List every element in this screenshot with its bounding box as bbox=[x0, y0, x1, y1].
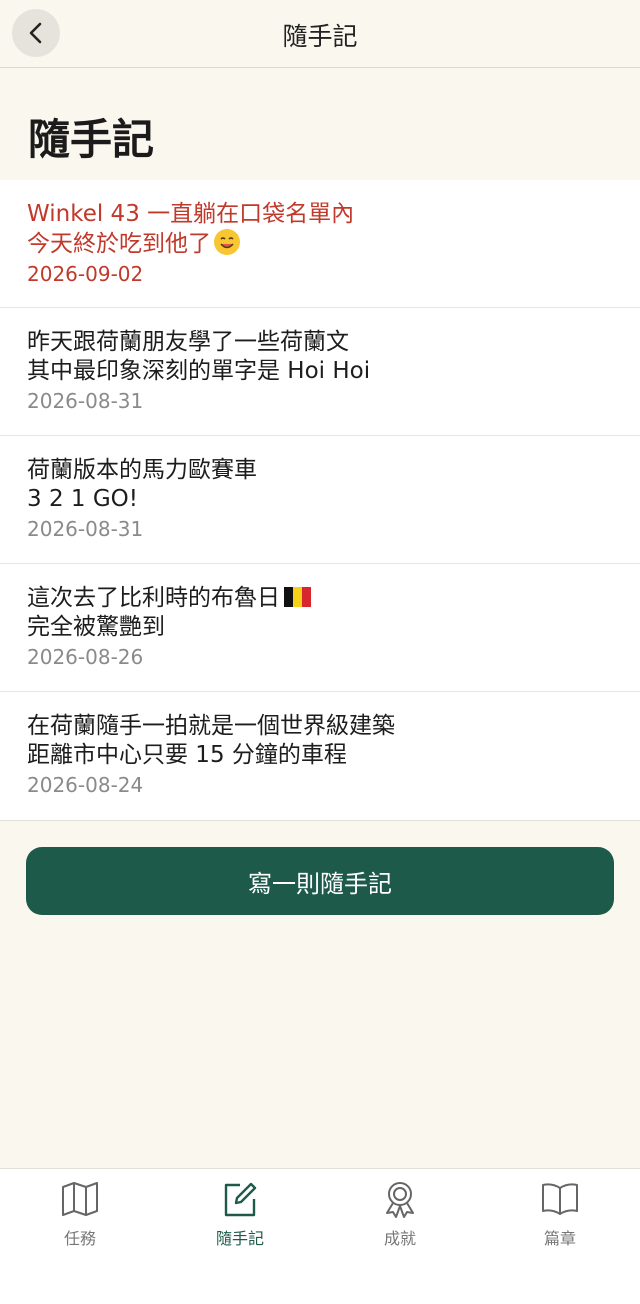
list-item[interactable]: 昨天跟荷蘭朋友學了一些荷蘭文 其中最印象深刻的單字是 Hoi Hoi 2026-… bbox=[0, 308, 640, 436]
tab-label: 任務 bbox=[63, 1229, 96, 1248]
bottom-tab-bar: 任務 隨手記 成就 篇章 bbox=[0, 1168, 640, 1304]
tab-tasks[interactable]: 任務 bbox=[0, 1179, 160, 1259]
note-line-2: 3 2 1 GO! bbox=[27, 486, 138, 512]
list-item[interactable]: 這次去了比利時的布魯日 完全被驚艷到 2026-08-26 bbox=[0, 564, 640, 692]
tab-chapters[interactable]: 篇章 bbox=[480, 1179, 640, 1259]
smiling-face-icon bbox=[214, 229, 240, 255]
note-date: 2026-08-26 bbox=[27, 645, 144, 669]
note-date: 2026-08-24 bbox=[27, 773, 144, 797]
book-icon bbox=[542, 1183, 578, 1215]
award-icon bbox=[386, 1182, 414, 1218]
note-line-2: 完全被驚艷到 bbox=[27, 614, 165, 640]
tab-label: 篇章 bbox=[543, 1229, 576, 1248]
list-item[interactable]: Winkel 43 一直躺在口袋名單內 今天終於吃到他了 2026-09-02 bbox=[0, 180, 640, 308]
note-line-1: 昨天跟荷蘭朋友學了一些荷蘭文 bbox=[27, 329, 349, 355]
note-line-2: 距離市中心只要 15 分鐘的車程 bbox=[27, 742, 347, 768]
top-nav-bar: 隨手記 bbox=[0, 0, 640, 68]
note-line-1: 荷蘭版本的馬力歐賽車 bbox=[27, 457, 257, 483]
write-note-button[interactable]: 寫一則隨手記 bbox=[26, 847, 614, 915]
note-line-1: 在荷蘭隨手一拍就是一個世界級建築 bbox=[27, 713, 395, 739]
notes-list: Winkel 43 一直躺在口袋名單內 今天終於吃到他了 2026-09-02 … bbox=[0, 180, 640, 821]
note-line-2: 今天終於吃到他了 bbox=[27, 229, 612, 259]
belgium-flag-icon bbox=[284, 587, 311, 607]
list-item[interactable]: 荷蘭版本的馬力歐賽車 3 2 1 GO! 2026-08-31 bbox=[0, 436, 640, 564]
map-icon bbox=[62, 1182, 98, 1216]
tab-label: 隨手記 bbox=[215, 1229, 264, 1248]
note-line-2: 其中最印象深刻的單字是 Hoi Hoi bbox=[27, 358, 371, 384]
note-line-1: 這次去了比利時的布魯日 bbox=[27, 584, 612, 613]
tab-label: 成就 bbox=[383, 1229, 416, 1248]
note-line-1: Winkel 43 一直躺在口袋名單內 bbox=[27, 201, 355, 227]
tab-achievements[interactable]: 成就 bbox=[320, 1179, 480, 1259]
note-date: 2026-09-02 bbox=[27, 262, 144, 286]
tab-notes[interactable]: 隨手記 bbox=[160, 1179, 320, 1259]
note-date: 2026-08-31 bbox=[27, 517, 144, 541]
note-date: 2026-08-31 bbox=[27, 389, 144, 413]
edit-icon bbox=[224, 1182, 257, 1217]
list-item[interactable]: 在荷蘭隨手一拍就是一個世界級建築 距離市中心只要 15 分鐘的車程 2026-0… bbox=[0, 692, 640, 820]
page-title: 隨手記 bbox=[28, 115, 155, 164]
nav-title: 隨手記 bbox=[282, 22, 358, 51]
